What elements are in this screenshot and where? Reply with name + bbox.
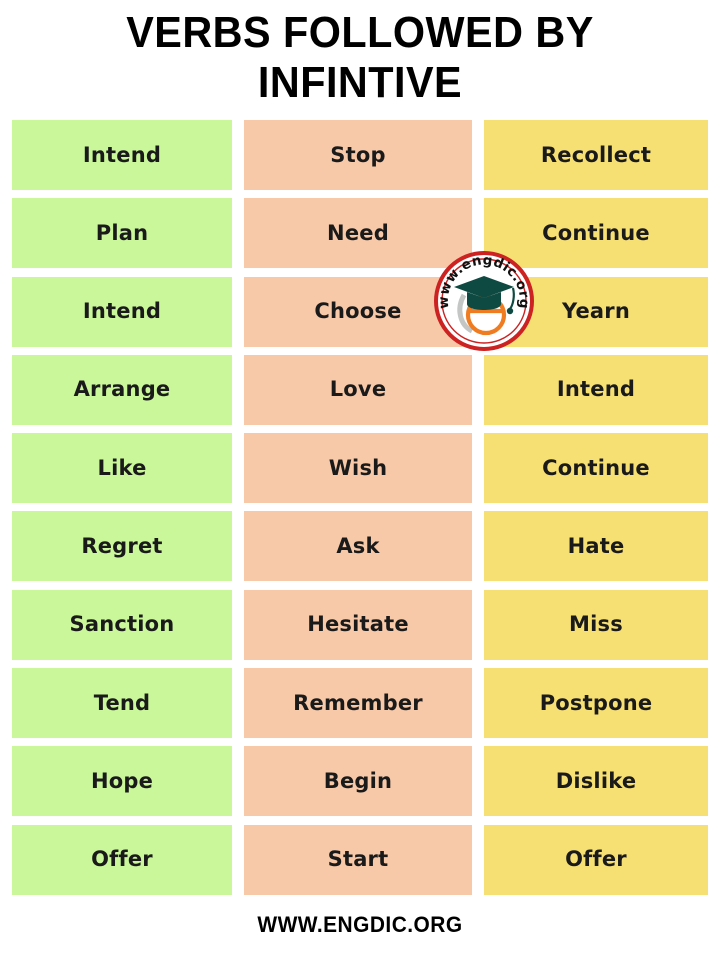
verb-cell: Regret	[12, 511, 232, 582]
verb-cell: Recollect	[484, 120, 708, 190]
verb-cell: Hesitate	[244, 589, 472, 660]
verb-cell: Tend	[12, 668, 232, 739]
verb-cell: Postpone	[484, 668, 708, 739]
verb-cell: Continue	[484, 433, 708, 504]
engdic-logo-icon: www.engdic.org	[434, 251, 534, 351]
verb-cell: Arrange	[12, 354, 232, 425]
verb-cell: Begin	[244, 746, 472, 817]
verb-cell: Intend	[12, 120, 232, 190]
verb-cell: Hope	[12, 746, 232, 817]
verb-cell: Offer	[484, 824, 708, 895]
footer-url: WWW.ENGDIC.ORG	[257, 912, 463, 937]
verb-table: Intend Stop Recollect Plan Need Continue Inten…	[12, 120, 708, 903]
verb-cell: Start	[244, 824, 472, 895]
verb-cell: Stop	[244, 120, 472, 190]
footer: WWW.ENGDIC.ORG	[0, 912, 720, 938]
verb-cell: Dislike	[484, 746, 708, 817]
verb-cell: Plan	[12, 198, 232, 269]
page-title-line-1: VERBS FOLLOWED BY	[126, 8, 594, 57]
verb-cell: Like	[12, 433, 232, 504]
page-title-line-2: INFINTIVE	[257, 58, 463, 107]
verb-cell: Intend	[484, 354, 708, 425]
page-title: VERBS FOLLOWED BY INFINTIVE	[0, 8, 720, 108]
infographic-page: VERBS FOLLOWED BY INFINTIVE Intend Stop Re…	[0, 0, 720, 960]
verb-cell: Intend	[12, 276, 232, 347]
verb-cell: Hate	[484, 511, 708, 582]
verb-cell: Love	[244, 354, 472, 425]
verb-cell: Ask	[244, 511, 472, 582]
verb-cell: Miss	[484, 589, 708, 660]
verb-cell: Sanction	[12, 589, 232, 660]
verb-cell: Offer	[12, 824, 232, 895]
verb-cell: Remember	[244, 668, 472, 739]
verb-cell: Wish	[244, 433, 472, 504]
